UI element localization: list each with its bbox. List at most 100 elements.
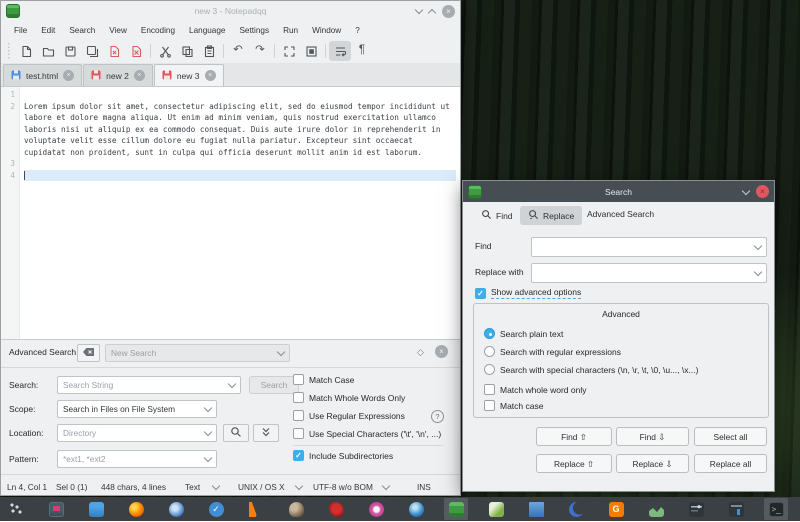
vlc-task[interactable] [244,498,268,520]
search-dialog-titlebar[interactable]: Search × [463,181,774,202]
fullscreen-button[interactable] [278,41,300,61]
firefox-task[interactable] [124,498,148,520]
tab-test-html[interactable]: test.html × [3,64,82,86]
checkbox-icon[interactable] [484,400,495,411]
system-monitor-task[interactable] [644,498,668,520]
new-file-button[interactable] [15,41,37,61]
match-whole-word-option[interactable]: Match whole word only [484,384,586,395]
tab-close-icon[interactable]: × [205,70,216,81]
close-dialog-button[interactable]: × [756,185,769,198]
menu-item-edit[interactable]: Edit [34,24,62,37]
mail-task[interactable] [164,498,188,520]
tasks-app-task[interactable]: ✓ [204,498,228,520]
checkbox-icon[interactable] [293,374,304,385]
match-case-option[interactable]: Match Case [293,374,354,385]
notepadqq-task[interactable] [444,498,468,520]
search-string-input[interactable]: Search String [57,376,241,394]
find-input[interactable] [531,237,767,257]
copy-button[interactable] [176,41,198,61]
editor-area[interactable]: 1 2Lorem ipsum dolor sit amet, consectet… [1,87,460,339]
minimize-icon[interactable] [415,6,423,14]
clear-search-history-button[interactable] [77,344,100,362]
menu-item-help[interactable]: ? [348,24,367,37]
replace-all-button[interactable]: Replace all [694,454,767,473]
file-manager-task[interactable] [84,498,108,520]
menu-item-settings[interactable]: Settings [232,24,276,37]
toolbar-drag-handle[interactable] [6,43,12,59]
radio-icon[interactable] [484,346,495,357]
tab-advanced-search[interactable]: Advanced Search [579,206,662,222]
replace-previous-button[interactable]: Replace ⇧ [536,454,612,473]
encoding-select[interactable]: UTF-8 w/o BOM [313,482,373,492]
regex-option[interactable]: Use Regular Expressions [293,410,405,421]
include-subdirectories-option[interactable]: ✓Include Subdirectories [293,450,393,461]
menu-item-language[interactable]: Language [182,24,232,37]
radio-icon[interactable] [484,364,495,375]
checkbox-icon[interactable] [484,384,495,395]
detach-panel-icon[interactable]: ◇ [417,347,424,358]
scope-select[interactable]: Search in Files on File System [57,400,217,418]
eol-format-select[interactable]: UNIX / OS X [238,482,285,492]
cut-button[interactable] [154,41,176,61]
select-all-button[interactable]: Select all [694,427,767,446]
radio-plain-text[interactable]: Search plain text [484,328,563,339]
editor-settings-button[interactable] [300,41,322,61]
close-window-button[interactable]: × [442,5,455,18]
replace-next-button[interactable]: Replace ⇩ [616,454,689,473]
radio-regular-expressions[interactable]: Search with regular expressions [484,346,621,357]
tab-replace[interactable]: Replace [520,206,582,225]
show-advanced-options[interactable]: ✓ Show advanced options [475,287,581,299]
close-document-button[interactable] [103,41,125,61]
save-button[interactable] [59,41,81,61]
red-app-task[interactable] [324,498,348,520]
find-next-button[interactable]: Find ⇩ [616,427,689,446]
checkbox-icon[interactable] [293,410,304,421]
settings-app-task[interactable] [684,498,708,520]
language-select[interactable]: Text [185,482,200,492]
replace-input[interactable] [531,263,767,283]
documents-app-task[interactable] [524,498,548,520]
image-viewer-task[interactable] [484,498,508,520]
expand-locations-button[interactable] [253,424,279,442]
media-player-task[interactable] [44,498,68,520]
browse-directory-button[interactable] [223,424,249,442]
radio-special-characters[interactable]: Search with special characters (\n, \r, … [484,364,698,375]
dev-app-task[interactable] [724,498,748,520]
close-panel-button[interactable]: × [435,345,448,358]
globe-app-task[interactable] [404,498,428,520]
tab-new-3[interactable]: new 3 × [154,64,224,86]
help-icon[interactable]: ? [431,410,444,423]
minimize-icon[interactable] [742,186,750,194]
undo-button[interactable]: ↶ [227,41,249,61]
menu-item-search[interactable]: Search [62,24,102,37]
match-case-option[interactable]: Match case [484,400,543,411]
menu-item-run[interactable]: Run [276,24,305,37]
show-symbols-button[interactable]: ¶ [351,41,373,61]
checkbox-checked-icon[interactable]: ✓ [293,450,304,461]
special-chars-option[interactable]: Use Special Characters ('\t', '\n', ...) [293,428,441,439]
close-all-documents-button[interactable] [125,41,147,61]
tab-close-icon[interactable]: × [134,70,145,81]
checkbox-icon[interactable] [293,392,304,403]
open-file-button[interactable] [37,41,59,61]
tab-new-2[interactable]: new 2 × [83,64,153,86]
checkbox-icon[interactable] [293,428,304,439]
pink-app-task[interactable] [364,498,388,520]
notepadqq-titlebar[interactable]: new 3 - Notepadqq × [1,1,460,21]
find-previous-button[interactable]: Find ⇧ [536,427,612,446]
tab-close-icon[interactable]: × [63,70,74,81]
menu-item-encoding[interactable]: Encoding [134,24,182,37]
menu-item-view[interactable]: View [102,24,134,37]
whole-words-option[interactable]: Match Whole Words Only [293,392,405,403]
maximize-icon[interactable] [428,8,436,16]
tab-find[interactable]: Find [473,206,521,225]
terminal-task[interactable]: >_ [764,498,788,520]
gimp-task[interactable] [284,498,308,520]
paste-button[interactable] [198,41,220,61]
search-button[interactable]: Search [249,376,299,394]
menu-item-file[interactable]: File [7,24,34,37]
location-input[interactable]: Directory [57,424,217,442]
radio-selected-icon[interactable] [484,328,495,339]
pattern-input[interactable]: *ext1, *ext2 [57,450,217,468]
app-launcher-button[interactable] [4,498,28,520]
